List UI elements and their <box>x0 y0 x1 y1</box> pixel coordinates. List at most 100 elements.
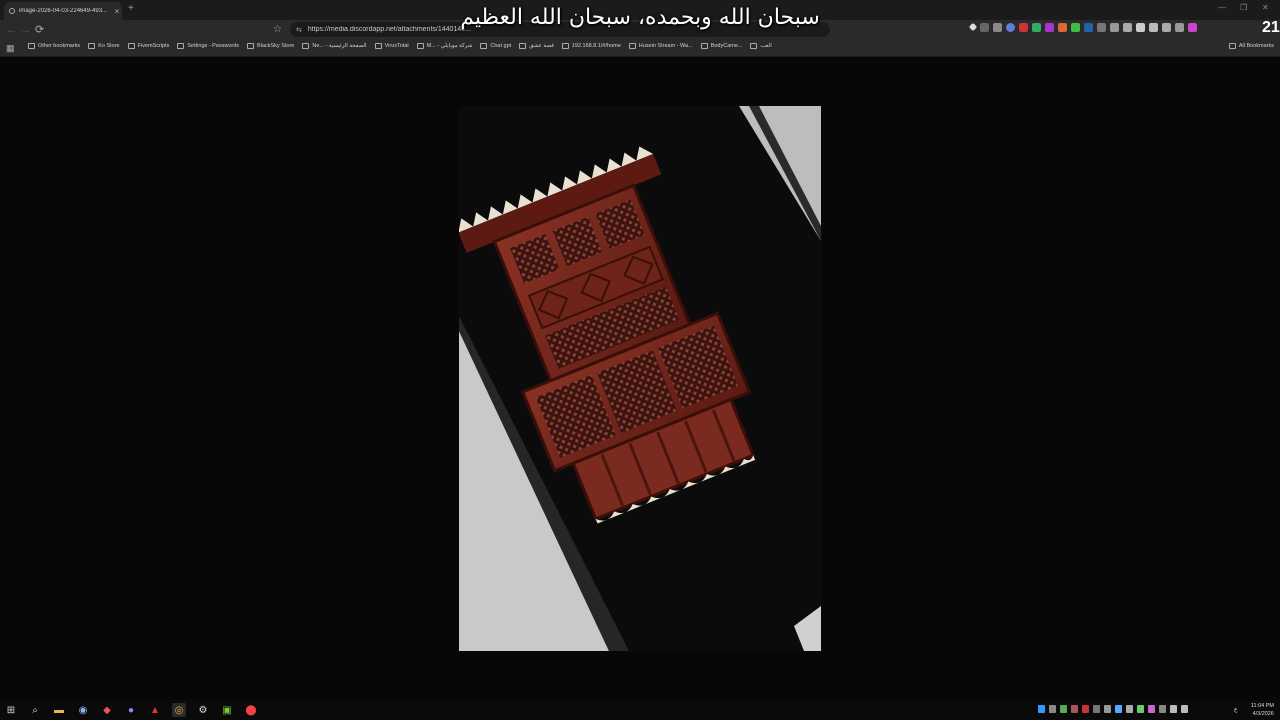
extension-icon[interactable] <box>1175 23 1184 32</box>
language-indicator[interactable]: ع <box>1234 706 1238 713</box>
discord-icon[interactable]: ● <box>124 703 138 717</box>
tray-icon[interactable] <box>1038 705 1045 713</box>
extension-icon[interactable] <box>1188 23 1197 32</box>
tray-icon[interactable] <box>1115 705 1122 713</box>
bookmark-item[interactable]: BlackSky Store <box>247 43 294 49</box>
tray-icon[interactable] <box>1082 705 1089 713</box>
extension-icon[interactable] <box>1097 23 1106 32</box>
clock[interactable]: 11:04 PM 4/3/2026 <box>1251 702 1274 718</box>
bookmark-favicon-icon <box>561 43 569 49</box>
extension-icon[interactable] <box>1123 23 1132 32</box>
bookmark-favicon-icon <box>700 43 708 49</box>
clock-time: 11:04 PM <box>1250 703 1274 709</box>
tray-icon[interactable] <box>1159 705 1166 713</box>
back-button[interactable]: ← <box>6 23 17 37</box>
bookmark-label: BlackSky Store <box>257 43 295 49</box>
extension-icon[interactable] <box>1084 23 1093 32</box>
extension-icon[interactable] <box>1006 23 1015 32</box>
folder-icon <box>1228 43 1236 49</box>
all-bookmarks-label: All Bookmarks <box>1238 43 1274 49</box>
bookmark-favicon-icon <box>628 43 636 49</box>
bookmark-label: Chat gpt <box>490 43 512 49</box>
restore-button[interactable]: ❐ <box>1240 3 1247 12</box>
minimize-button[interactable]: — <box>1218 3 1226 12</box>
image-viewer[interactable] <box>459 106 821 651</box>
tray-icon[interactable] <box>1104 705 1111 713</box>
forward-button[interactable]: → <box>20 23 31 37</box>
bookmark-item[interactable]: العب <box>750 43 772 49</box>
network-icon[interactable] <box>1181 705 1188 713</box>
bookmark-item[interactable]: Chat gpt <box>480 43 511 49</box>
bookmark-item[interactable]: 192.168.8.1/#/home <box>561 43 621 49</box>
bookmark-item[interactable]: Ne... - الصفحة الرئيسية <box>302 43 367 49</box>
extension-icon[interactable] <box>1058 23 1067 32</box>
bookmark-favicon-icon <box>519 43 527 49</box>
taskbar: ⊞ ⌕ ▬ ◉ ◆ ● ▲ ◎ ⚙ ▣ ⬤ ع 11:04 PM 4/3/202… <box>0 700 1280 720</box>
bookmark-favicon-icon <box>750 43 758 49</box>
site-info-icon[interactable]: ⇆ <box>296 26 302 34</box>
bookmark-favicon-icon <box>374 43 382 49</box>
reload-button[interactable]: ⟳ <box>35 23 44 37</box>
gear-icon[interactable]: ⚙ <box>196 703 210 717</box>
location-pin-icon[interactable]: ⬤ <box>244 703 258 717</box>
extension-icon[interactable] <box>1032 23 1041 32</box>
extension-icon[interactable] <box>1071 23 1080 32</box>
profile-badge[interactable]: 21 <box>1262 19 1280 37</box>
tray-icon[interactable] <box>1071 705 1078 713</box>
search-icon[interactable]: ⌕ <box>28 703 42 717</box>
bookmark-item[interactable]: FivemScripts <box>127 43 170 49</box>
browser-tab[interactable]: image-2026-04-03-224649-493... × <box>4 2 122 20</box>
sidebar-icon[interactable] <box>1149 23 1158 32</box>
music-icon[interactable] <box>1136 23 1145 32</box>
windows-start-icon[interactable]: ⊞ <box>4 703 18 717</box>
extension-icon[interactable] <box>968 22 978 32</box>
nvidia-icon[interactable]: ▣ <box>220 703 234 717</box>
extension-icon[interactable] <box>980 23 989 32</box>
bookmark-item[interactable]: M... - شركة موبايلي <box>416 43 472 49</box>
extensions-area <box>968 22 1197 32</box>
tab-close-icon[interactable]: × <box>112 7 122 16</box>
file-explorer-icon[interactable]: ▬ <box>52 703 66 717</box>
extension-icon[interactable] <box>1162 23 1171 32</box>
window-close-button[interactable]: ✕ <box>1262 3 1269 12</box>
bookmark-item[interactable]: Ko Store <box>88 43 120 49</box>
bookmark-item[interactable]: BodyCame... <box>700 43 743 49</box>
app-red-icon[interactable]: ▲ <box>148 703 162 717</box>
tray-icon[interactable] <box>1137 705 1144 713</box>
bookmark-favicon-icon <box>177 43 185 49</box>
bookmark-label: BodyCame... <box>710 43 743 49</box>
extension-icon[interactable] <box>993 23 1002 32</box>
extension-icon[interactable] <box>1019 23 1028 32</box>
bookmark-label: Ko Store <box>98 43 120 49</box>
all-bookmarks-button[interactable]: All Bookmarks <box>1228 43 1274 49</box>
tray-icon[interactable] <box>1049 705 1056 713</box>
chrome-icon[interactable]: ◎ <box>172 703 186 717</box>
tray-icon[interactable] <box>1093 705 1100 713</box>
bookmark-favicon-icon <box>416 43 424 49</box>
app-icon[interactable]: ◆ <box>100 703 114 717</box>
bookmarks-bar: ▦ Other bookmarks Ko Store FivemScripts Set… <box>0 40 1280 57</box>
bookmark-item[interactable]: VirusTotal <box>374 43 409 49</box>
bookmark-item[interactable]: Settings - Passwords <box>177 43 239 49</box>
bookmark-label: قصة عشق <box>529 43 554 49</box>
puzzle-icon[interactable] <box>1110 23 1119 32</box>
bookmark-label: VirusTotal <box>384 43 409 49</box>
tray-icon[interactable] <box>1060 705 1067 713</box>
extension-icon[interactable] <box>1045 23 1054 32</box>
folder-icon <box>28 43 35 49</box>
tray-icon[interactable] <box>1126 705 1133 713</box>
bookmark-label: FivemScripts <box>137 43 170 49</box>
bookmark-star-button[interactable]: ☆ <box>273 23 282 37</box>
apps-grid-icon[interactable]: ▦ <box>6 43 15 54</box>
tray-icon[interactable] <box>1148 705 1155 713</box>
overlay-arabic-text: سبحان الله وبحمده، سبحان الله العظيم <box>460 5 820 30</box>
tab-title: image-2026-04-03-224649-493... <box>19 8 108 14</box>
bookmark-item[interactable]: قصة عشق <box>519 43 554 49</box>
steam-icon[interactable]: ◉ <box>76 703 90 717</box>
bookmark-label: العب <box>760 43 772 49</box>
volume-icon[interactable] <box>1170 705 1177 713</box>
bookmark-item[interactable]: Other bookmarks <box>28 43 80 49</box>
bookmark-item[interactable]: Husein Stream - Wa... <box>628 43 693 49</box>
bookmark-label: Ne... - الصفحة الرئيسية <box>312 43 367 49</box>
new-tab-button[interactable]: + <box>128 3 134 14</box>
